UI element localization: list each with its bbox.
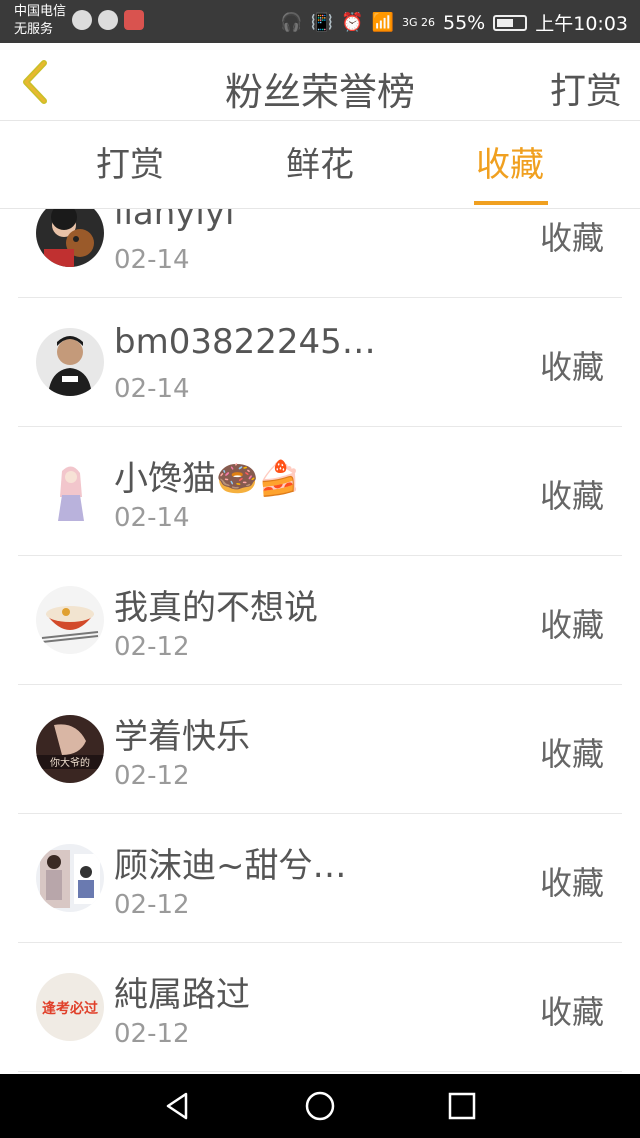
nav-recent-apps-icon[interactable] (446, 1090, 478, 1122)
battery-icon (493, 14, 528, 31)
item-action: 收藏 (539, 219, 604, 257)
carrier-service: 无服务 (14, 22, 54, 37)
wifi-icon: 📶 (371, 12, 394, 33)
item-date: 02-14 (114, 503, 190, 533)
avatar (36, 328, 104, 396)
user-name: 純属路过 (114, 975, 250, 1015)
vibrate-icon: 📳 (310, 12, 334, 33)
list-item[interactable]: 逢考必过 純属路过 02-12 收藏 (18, 943, 622, 1072)
item-date: 02-12 (114, 1019, 190, 1049)
fan-list[interactable]: lianyiyi 02-14 收藏 bm03822245… 02-14 收藏 小… (0, 209, 640, 1074)
active-tab-indicator (474, 201, 548, 205)
avatar-caption: 你大爷的 (50, 756, 90, 769)
clock: 上午10:03 (535, 13, 628, 35)
user-name: 小馋猫🍩🍰 (114, 459, 301, 499)
item-date: 02-12 (114, 761, 190, 791)
carrier-name: 中国电信 (14, 4, 67, 19)
status-bar: 中国电信 无服务 🎧 📳 ⏰ 📶 3G 26 55% 上午10:03 (0, 0, 640, 43)
avatar: 逢考必过 (36, 973, 104, 1041)
app-notification-icon (124, 10, 144, 30)
item-action: 收藏 (539, 993, 604, 1031)
item-action: 收藏 (539, 348, 604, 386)
battery-percent: 55% (443, 11, 486, 34)
item-action: 收藏 (539, 477, 604, 515)
list-item[interactable]: 顾沫迪~甜兮… 02-12 收藏 (18, 814, 622, 943)
notification-icons (72, 10, 144, 30)
list-item[interactable]: 你大爷的 学着快乐 02-12 收藏 (18, 685, 622, 814)
item-date: 02-14 (114, 245, 190, 275)
system-nav-bar (0, 1074, 640, 1138)
item-action: 收藏 (539, 606, 604, 644)
avatar-caption: 逢考必过 (42, 1000, 98, 1017)
avatar (36, 457, 104, 525)
item-date: 02-12 (114, 632, 190, 662)
user-name: bm03822245… (114, 322, 376, 362)
status-right: 🎧 📳 ⏰ 📶 3G 26 55% 上午10:03 (280, 9, 628, 36)
tab-favorites[interactable]: 收藏 (460, 121, 560, 209)
avatar (36, 209, 104, 267)
carrier-info: 中国电信 无服务 (14, 3, 66, 39)
item-action: 收藏 (539, 735, 604, 773)
list-item[interactable]: lianyiyi 02-14 收藏 (18, 209, 622, 298)
alarm-icon: ⏰ (341, 12, 364, 33)
avatar: 你大爷的 (36, 715, 104, 783)
avatar (36, 844, 104, 912)
headphones-icon: 🎧 (280, 12, 303, 33)
list-item[interactable]: 小馋猫🍩🍰 02-14 收藏 (18, 427, 622, 556)
list-item[interactable]: 我真的不想说 02-12 收藏 (18, 556, 622, 685)
user-name: 学着快乐 (114, 717, 250, 757)
globe-icon (72, 10, 92, 30)
list-item[interactable]: bm03822245… 02-14 收藏 (18, 298, 622, 427)
tab-flowers[interactable]: 鲜花 (270, 121, 370, 209)
tab-bar: 打赏 鲜花 收藏 (0, 121, 640, 209)
user-name: 顾沫迪~甜兮… (114, 846, 347, 886)
app-header: 粉丝荣誉榜 打赏 (0, 43, 640, 121)
page-title: 粉丝荣誉榜 (224, 70, 415, 114)
item-action: 收藏 (539, 864, 604, 902)
network-type: 3G 26 (401, 16, 435, 29)
reward-button[interactable]: 打赏 (550, 62, 622, 114)
item-date: 02-12 (114, 890, 190, 920)
user-name: lianyiyi (114, 209, 235, 233)
tab-reward[interactable]: 打赏 (80, 121, 180, 209)
nav-back-icon[interactable] (162, 1090, 194, 1122)
chat-bubble-icon (98, 10, 118, 30)
nav-home-icon[interactable] (304, 1090, 336, 1122)
item-date: 02-14 (114, 374, 190, 404)
user-name: 我真的不想说 (114, 588, 318, 628)
avatar (36, 586, 104, 654)
